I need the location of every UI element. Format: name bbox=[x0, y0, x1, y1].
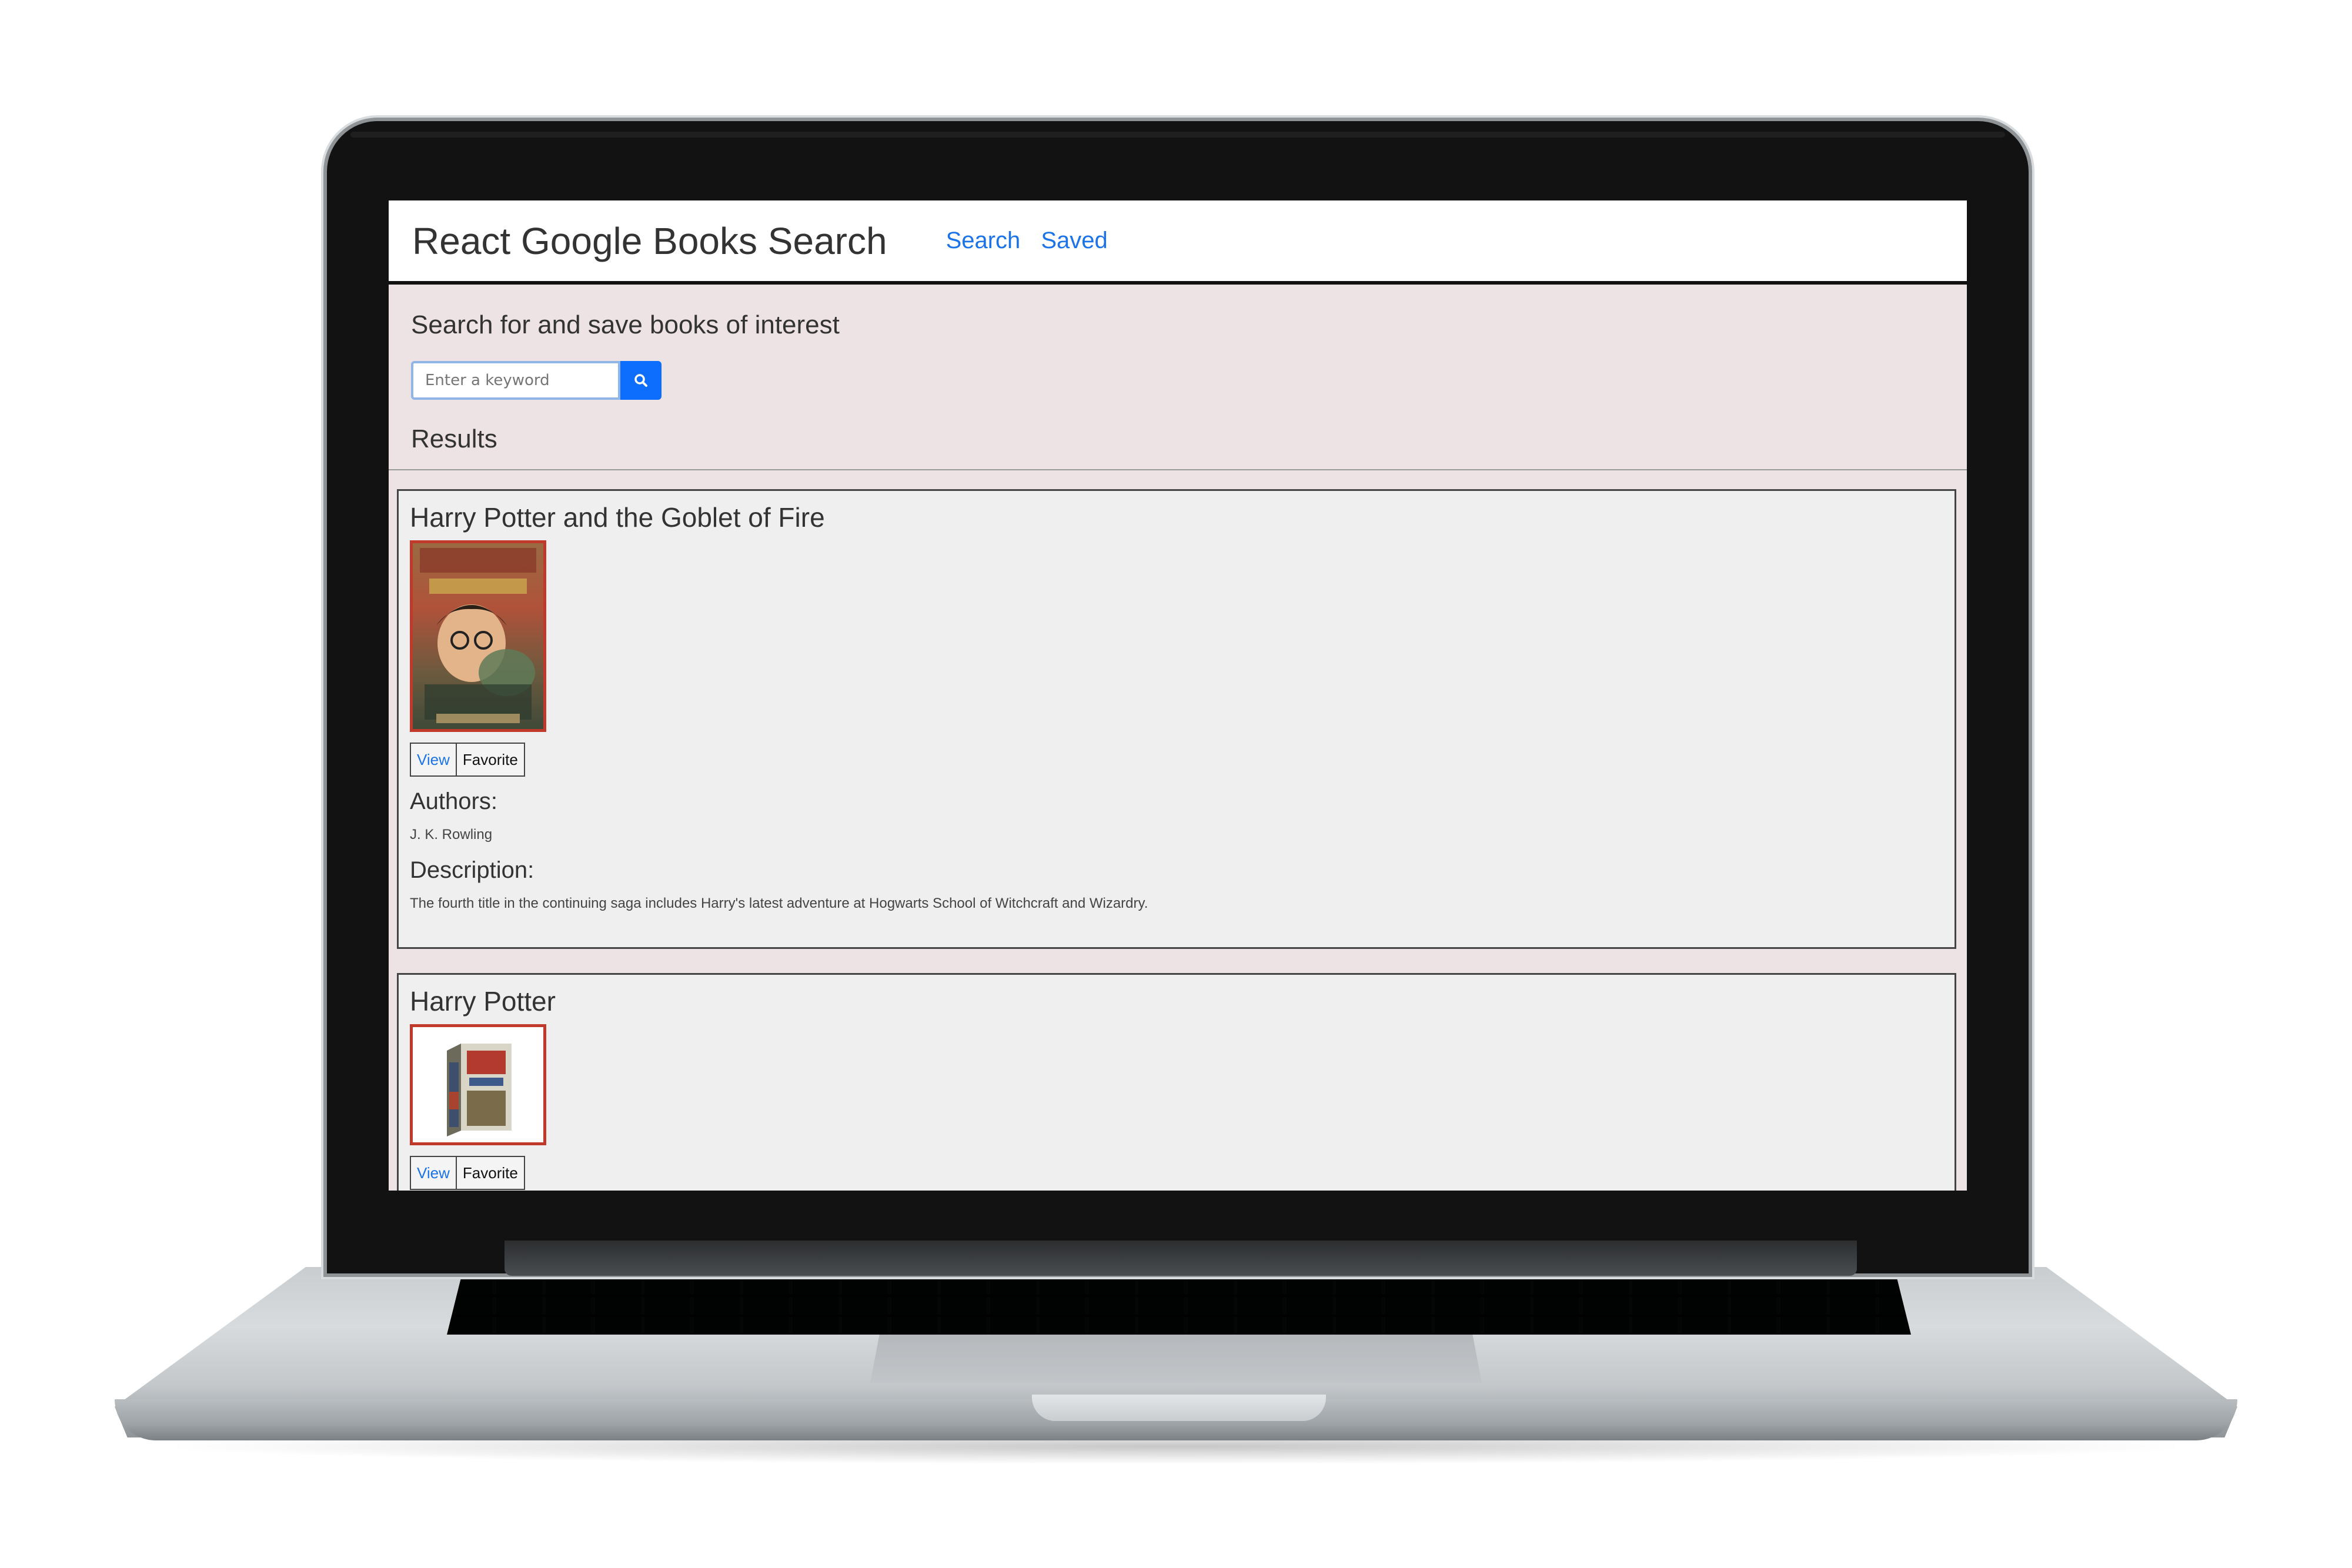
lid-sheen bbox=[350, 132, 2005, 138]
book-thumbnail bbox=[410, 540, 546, 732]
book-cover-harry-potter-box-set bbox=[413, 1027, 543, 1142]
description-label: Description: bbox=[410, 857, 534, 883]
book-title: Harry Potter bbox=[410, 986, 556, 1017]
laptop-opening-notch bbox=[1032, 1395, 1326, 1421]
search-icon bbox=[634, 374, 647, 387]
laptop-keyboard bbox=[447, 1276, 1911, 1335]
laptop-screen: React Google Books Search Search Saved S… bbox=[389, 200, 1967, 1191]
view-button[interactable]: View bbox=[410, 1156, 457, 1190]
favorite-button[interactable]: Favorite bbox=[456, 743, 525, 777]
search-form bbox=[411, 361, 1945, 400]
search-jumbotron: Search for and save books of interest Re… bbox=[389, 285, 1967, 470]
search-button[interactable] bbox=[620, 361, 662, 400]
nav-link-saved[interactable]: Saved bbox=[1041, 228, 1107, 254]
page-tagline: Search for and save books of interest bbox=[411, 310, 840, 339]
app-brand[interactable]: React Google Books Search bbox=[412, 219, 887, 263]
book-actions: View Favorite bbox=[410, 1156, 1943, 1190]
book-title: Harry Potter and the Goblet of Fire bbox=[410, 502, 825, 533]
nav-link-search[interactable]: Search bbox=[946, 228, 1021, 254]
book-card: Harry Potter and the Goblet of Fire View… bbox=[397, 489, 1956, 949]
navbar: React Google Books Search Search Saved bbox=[389, 200, 1967, 285]
authors-value: J. K. Rowling bbox=[410, 827, 493, 842]
description-value: The fourth title in the continuing saga … bbox=[410, 895, 1148, 911]
book-actions: View Favorite bbox=[410, 743, 1943, 777]
favorite-button[interactable]: Favorite bbox=[456, 1156, 525, 1190]
book-thumbnail bbox=[410, 1024, 546, 1145]
search-input[interactable] bbox=[411, 361, 620, 400]
laptop-hinge bbox=[505, 1241, 1857, 1276]
authors-label: Authors: bbox=[410, 788, 497, 814]
results-heading: Results bbox=[411, 424, 497, 453]
view-button[interactable]: View bbox=[410, 743, 457, 777]
book-card: Harry Potter View Favorite bbox=[397, 973, 1956, 1191]
book-cover-goblet-of-fire bbox=[413, 543, 543, 729]
laptop-trackpad bbox=[870, 1335, 1482, 1383]
